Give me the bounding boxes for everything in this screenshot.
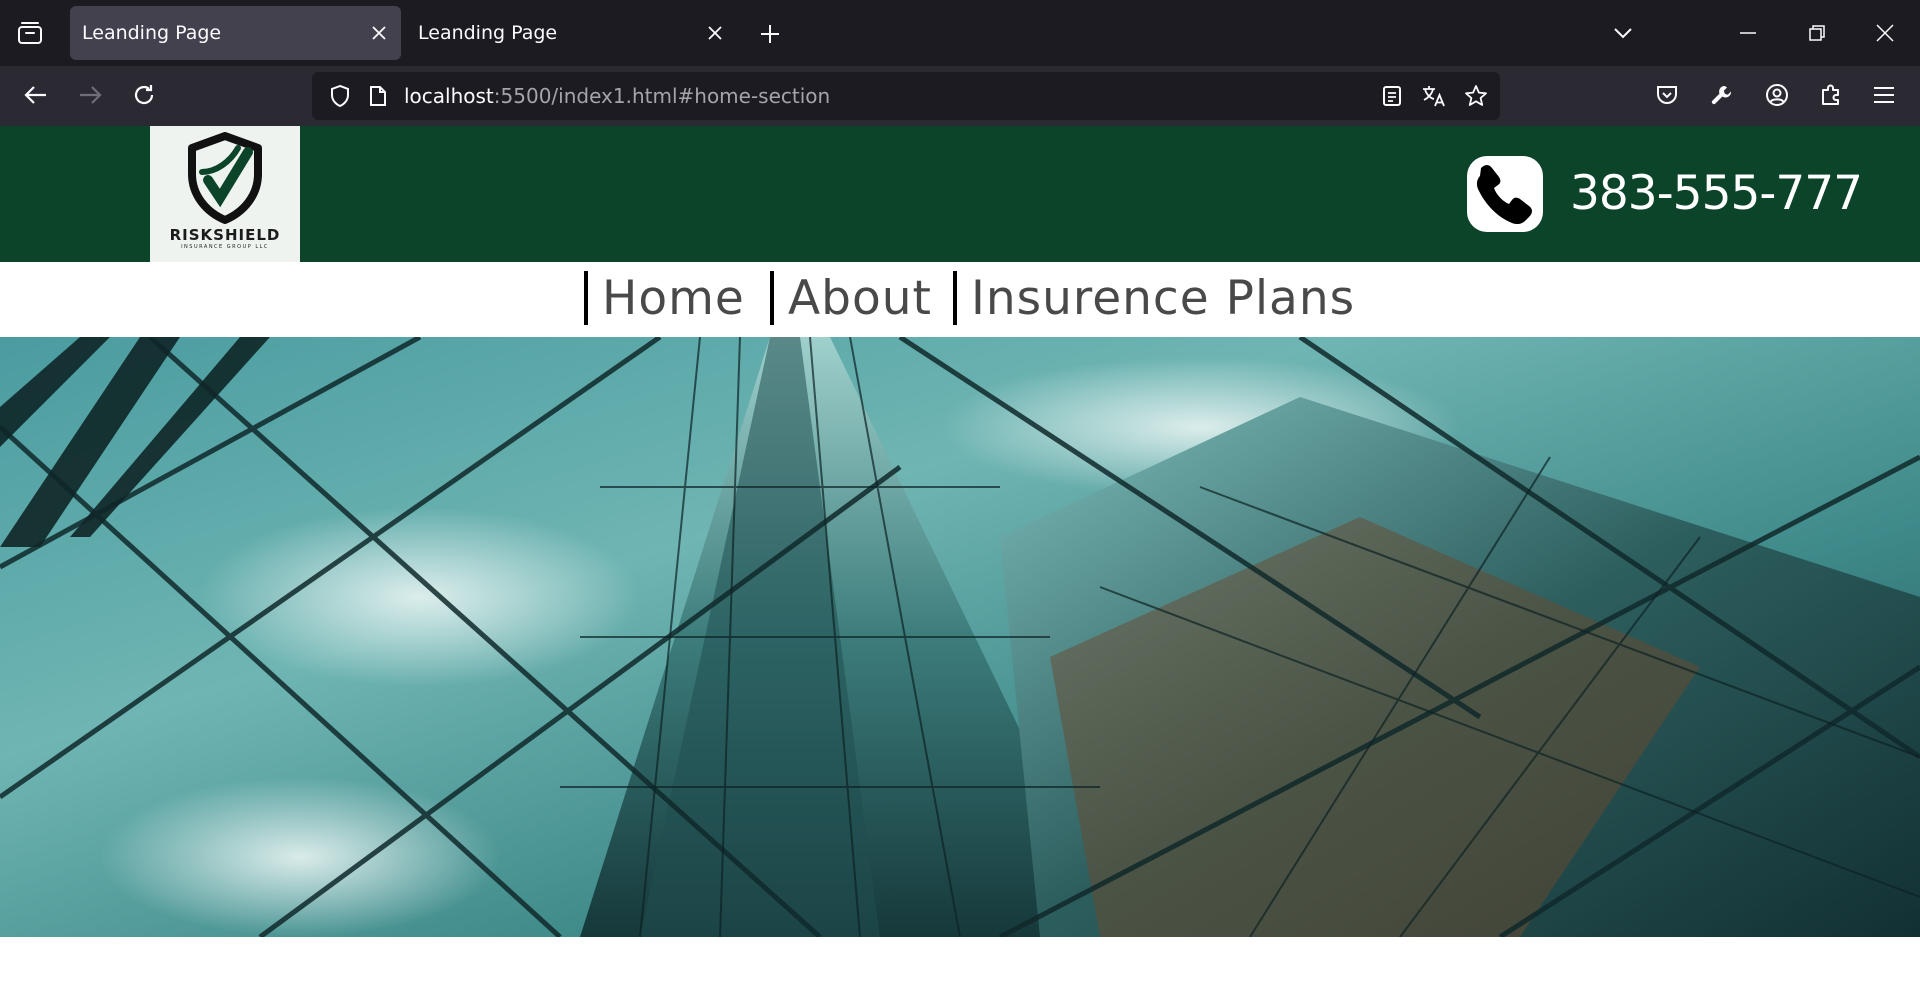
- browser-tab[interactable]: Leanding Page: [406, 6, 737, 60]
- page-icon[interactable]: [360, 78, 396, 114]
- nav-insurance-plans-label: Insurence Plans: [971, 270, 1356, 326]
- tab-list-icon[interactable]: [10, 14, 50, 52]
- close-window-icon[interactable]: [1862, 10, 1908, 56]
- phone-number[interactable]: 383-555-777: [1570, 164, 1863, 224]
- forward-icon[interactable]: [69, 74, 111, 116]
- extensions-icon[interactable]: [1810, 74, 1852, 116]
- site-header: RISKSHIELD INSURANCE GROUP LLC 383-555-7…: [0, 126, 1920, 262]
- reload-icon[interactable]: [123, 74, 165, 116]
- account-icon[interactable]: [1756, 74, 1798, 116]
- nav-insurance-plans[interactable]: Insurence Plans: [953, 270, 1355, 326]
- url-path: :5500/index1.html#home-section: [493, 84, 831, 108]
- url-text[interactable]: localhost:5500/index1.html#home-section: [404, 72, 830, 120]
- shield-logo-icon: [188, 132, 262, 224]
- nav-about[interactable]: About: [770, 270, 932, 326]
- site-logo[interactable]: RISKSHIELD INSURANCE GROUP LLC: [150, 126, 300, 262]
- menu-icon[interactable]: [1863, 74, 1905, 116]
- tab-title: Leanding Page: [82, 22, 222, 44]
- list-all-tabs-icon[interactable]: [1600, 10, 1646, 56]
- tab-title: Leanding Page: [418, 22, 558, 44]
- translate-icon[interactable]: [1416, 78, 1452, 114]
- minimize-icon[interactable]: [1725, 10, 1771, 56]
- phone-icon: [1467, 156, 1543, 232]
- nav-home-label: Home: [602, 270, 745, 326]
- web-page: RISKSHIELD INSURANCE GROUP LLC 383-555-7…: [0, 126, 1920, 1008]
- hero-image: [0, 337, 1920, 937]
- nav-home[interactable]: Home: [584, 270, 745, 326]
- logo-name: RISKSHIELD: [169, 226, 281, 244]
- wrench-icon[interactable]: [1701, 74, 1743, 116]
- nav-divider: [770, 271, 774, 325]
- restore-icon[interactable]: [1794, 10, 1840, 56]
- site-nav: Home About Insurence Plans: [0, 262, 1920, 337]
- url-host: localhost: [404, 84, 494, 108]
- reader-view-icon[interactable]: [1374, 78, 1410, 114]
- pocket-icon[interactable]: [1646, 74, 1688, 116]
- nav-divider: [584, 271, 588, 325]
- bookmark-star-icon[interactable]: [1458, 78, 1494, 114]
- browser-tab-active[interactable]: Leanding Page: [70, 6, 401, 60]
- new-tab-icon[interactable]: [752, 16, 788, 52]
- address-bar[interactable]: localhost:5500/index1.html#home-section: [312, 72, 1500, 120]
- nav-divider: [953, 271, 957, 325]
- browser-toolbar: localhost:5500/index1.html#home-section: [0, 66, 1920, 126]
- back-icon[interactable]: [15, 74, 57, 116]
- browser-tab-bar: Leanding Page Leanding Page: [0, 0, 1920, 66]
- shield-icon[interactable]: [322, 78, 358, 114]
- close-tab-icon[interactable]: [365, 19, 393, 47]
- logo-tagline: INSURANCE GROUP LLC: [181, 244, 269, 250]
- close-tab-icon[interactable]: [701, 19, 729, 47]
- nav-about-label: About: [788, 270, 932, 326]
